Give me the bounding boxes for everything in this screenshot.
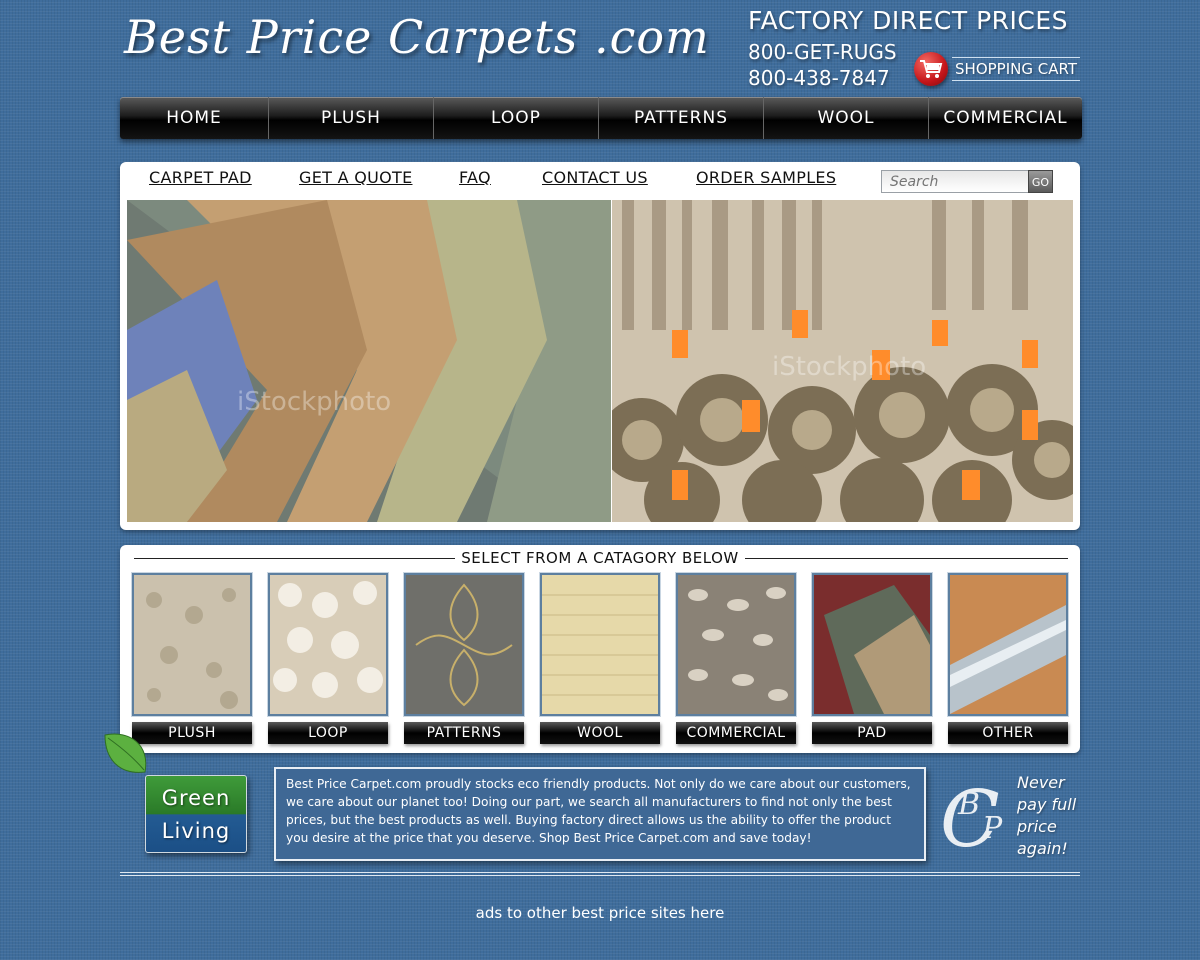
green-living-badge[interactable]: Green Living <box>100 730 250 860</box>
subnav-faq[interactable]: FAQ <box>459 168 491 187</box>
nav-wool[interactable]: WOOL <box>764 97 929 139</box>
category-wool-image <box>540 573 660 716</box>
subnav-order-samples[interactable]: ORDER SAMPLES <box>696 168 836 187</box>
category-commercial-label: COMMERCIAL <box>676 722 796 744</box>
badge-slogan: Never pay full price again! <box>1017 773 1077 858</box>
category-pad-label: PAD <box>812 722 932 744</box>
tagline: FACTORY DIRECT PRICES <box>748 6 1069 35</box>
subnav-get-a-quote[interactable]: GET A QUOTE <box>299 168 412 187</box>
category-pad-image <box>812 573 932 716</box>
hero-image-carpet-samples: iStockphoto <box>127 200 611 522</box>
category-commercial-image <box>676 573 796 716</box>
shopping-cart-link[interactable]: SHOPPING CART <box>952 57 1080 81</box>
subnav-contact-us[interactable]: CONTACT US <box>542 168 648 187</box>
category-loop-image <box>268 573 388 716</box>
category-patterns-label: PATTERNS <box>404 722 524 744</box>
cbp-monogram-icon: C B P <box>940 775 1003 862</box>
category-wool[interactable]: WOOL <box>540 573 660 745</box>
hero-panel: CARPET PAD GET A QUOTE FAQ CONTACT US OR… <box>120 162 1080 530</box>
eco-description: Best Price Carpet.com proudly stocks eco… <box>274 767 926 861</box>
category-other-image <box>948 573 1068 716</box>
nav-plush[interactable]: PLUSH <box>269 97 434 139</box>
phone-digits: 800-438-7847 <box>748 66 890 90</box>
category-other-label: OTHER <box>948 722 1068 744</box>
category-pad[interactable]: PAD <box>812 573 932 745</box>
phone-letters: 800-GET-RUGS <box>748 40 897 64</box>
leaf-icon <box>104 733 147 773</box>
hero-image-carpet-rolls: iStockphoto <box>612 200 1073 522</box>
ads-placeholder: ads to other best price sites here <box>475 904 725 922</box>
site-logo[interactable]: Best Price Carpets .com <box>124 10 710 64</box>
footer-divider <box>120 872 1080 873</box>
category-panel: SELECT FROM A CATAGORY BELOW PLUSH LOOP … <box>120 545 1080 753</box>
nav-home[interactable]: HOME <box>120 97 269 139</box>
category-other[interactable]: OTHER <box>948 573 1068 745</box>
subnav-carpet-pad[interactable]: CARPET PAD <box>149 168 252 187</box>
category-patterns[interactable]: PATTERNS <box>404 573 524 745</box>
category-patterns-image <box>404 573 524 716</box>
category-title: SELECT FROM A CATAGORY BELOW <box>455 549 745 567</box>
category-loop[interactable]: LOOP <box>268 573 388 745</box>
category-plush[interactable]: PLUSH <box>132 573 252 745</box>
search-go-button[interactable]: GO <box>1028 170 1053 193</box>
watermark-right: iStockphoto <box>772 352 926 382</box>
category-wool-label: WOOL <box>540 722 660 744</box>
category-loop-label: LOOP <box>268 722 388 744</box>
category-commercial[interactable]: COMMERCIAL <box>676 573 796 745</box>
main-nav: HOME PLUSH LOOP PATTERNS WOOL COMMERCIAL <box>120 97 1082 139</box>
nav-loop[interactable]: LOOP <box>434 97 599 139</box>
svg-text:P: P <box>981 811 1003 846</box>
green-living-line1: Green <box>161 786 231 810</box>
category-plush-image <box>132 573 252 716</box>
nav-commercial[interactable]: COMMERCIAL <box>929 97 1082 139</box>
nav-patterns[interactable]: PATTERNS <box>599 97 764 139</box>
watermark-left: iStockphoto <box>237 387 391 417</box>
search-input[interactable] <box>881 170 1030 193</box>
svg-text:B: B <box>957 787 980 822</box>
footer-divider-2 <box>120 875 1080 876</box>
green-living-line2: Living <box>161 819 231 843</box>
shopping-cart-icon[interactable] <box>914 52 948 86</box>
